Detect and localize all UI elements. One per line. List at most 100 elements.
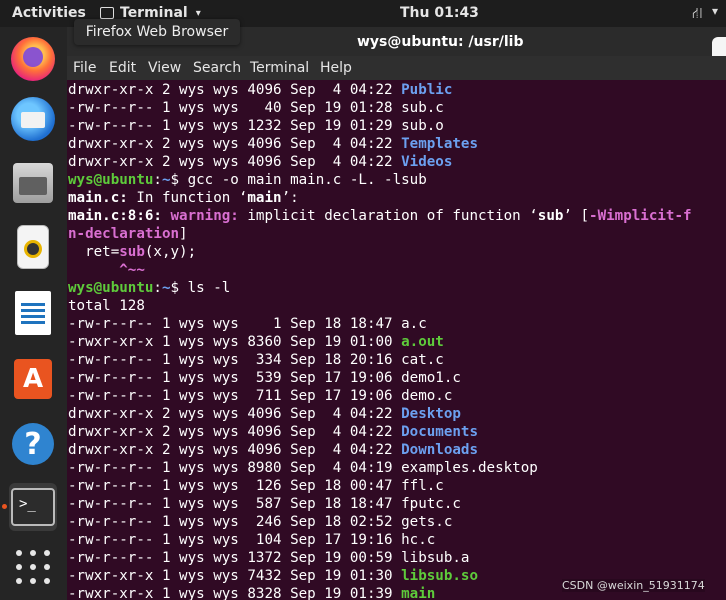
dock-item-rhythmbox[interactable] — [9, 223, 57, 271]
terminal-text: Downloads — [401, 442, 478, 458]
dock-item-software[interactable]: A — [9, 355, 57, 403]
terminal-text: -rw-r--r-- 1 wys wys 246 Sep 18 02:52 ge… — [68, 514, 453, 530]
terminal-line: -rw-r--r-- 1 wys wys 334 Sep 18 20:16 ca… — [68, 351, 692, 369]
terminal-line: main.c:8:6: warning: implicit declaratio… — [68, 207, 692, 225]
terminal-text: libsub.so — [401, 568, 478, 584]
thunderbird-icon — [11, 97, 55, 141]
terminal-line: -rw-r--r-- 1 wys wys 40 Sep 19 01:28 sub… — [68, 99, 692, 117]
dock-tooltip: Firefox Web Browser — [74, 19, 240, 45]
terminal-text: implicit declaration of function ‘ — [247, 208, 538, 224]
terminal-text: -rw-r--r-- 1 wys wys 711 Sep 17 19:06 de… — [68, 388, 453, 404]
terminal-line: -rw-r--r-- 1 wys wys 711 Sep 17 19:06 de… — [68, 387, 692, 405]
terminal-line: -rw-r--r-- 1 wys wys 104 Sep 17 19:16 hc… — [68, 531, 692, 549]
terminal-line: -rw-r--r-- 1 wys wys 126 Sep 18 00:47 ff… — [68, 477, 692, 495]
terminal-text: Documents — [401, 424, 478, 440]
terminal-icon — [100, 7, 114, 19]
terminal-text: -rw-r--r-- 1 wys wys 104 Sep 17 19:16 hc… — [68, 532, 436, 548]
terminal-text: -rw-r--r-- 1 wys wys 40 Sep 19 01:28 sub… — [68, 100, 444, 116]
terminal-text: -rwxr-xr-x 1 wys wys 8360 Sep 19 01:00 — [68, 334, 402, 350]
terminal-line: n-declaration] — [68, 225, 692, 243]
activities-button[interactable]: Activities — [12, 5, 86, 21]
menu-search[interactable]: Search — [193, 60, 241, 76]
terminal-line: drwxr-xr-x 2 wys wys 4096 Sep 4 04:22 Do… — [68, 441, 692, 459]
menu-help[interactable]: Help — [320, 60, 352, 76]
terminal-text: drwxr-xr-x 2 wys wys 4096 Sep 4 04:22 — [68, 424, 402, 440]
terminal-output[interactable]: drwxr-xr-x 2 wys wys 4096 Sep 4 04:22 Pu… — [67, 80, 726, 600]
terminal-text: : — [153, 172, 162, 188]
terminal-text: drwxr-xr-x 2 wys wys 4096 Sep 4 04:22 — [68, 406, 402, 422]
files-icon — [13, 163, 53, 203]
terminal-text: drwxr-xr-x 2 wys wys 4096 Sep 4 04:22 — [68, 442, 402, 458]
firefox-icon — [11, 37, 55, 81]
terminal-text: (x,y); — [144, 244, 197, 260]
help-icon: ? — [12, 423, 54, 465]
clock[interactable]: Thu 01:43 — [400, 5, 479, 21]
chevron-down-icon[interactable]: ▾ — [712, 4, 718, 18]
network-icon[interactable]: ⛙ — [692, 4, 703, 24]
dock-item-firefox[interactable] — [9, 35, 57, 83]
dock: A ? >_ — [0, 27, 67, 600]
terminal-text: ~ — [161, 172, 171, 188]
terminal-text: main.c:8:6: — [68, 208, 171, 224]
running-indicator — [2, 504, 7, 509]
terminal-text: Templates — [401, 136, 478, 152]
dock-item-help[interactable]: ? — [9, 420, 57, 468]
terminal-text: -rw-r--r-- 1 wys wys 587 Sep 18 18:47 fp… — [68, 496, 461, 512]
terminal-text: ~ — [161, 280, 171, 296]
terminal-text: ^~~ — [68, 262, 145, 278]
terminal-text: -rwxr-xr-x 1 wys wys 7432 Sep 19 01:30 — [68, 568, 402, 584]
terminal-text: ’: — [281, 190, 299, 206]
menu-bar: File Edit View Search Terminal Help — [67, 56, 726, 80]
terminal-line: -rw-r--r-- 1 wys wys 246 Sep 18 02:52 ge… — [68, 513, 692, 531]
terminal-line: -rw-r--r-- 1 wys wys 587 Sep 18 18:47 fp… — [68, 495, 692, 513]
terminal-text: drwxr-xr-x 2 wys wys 4096 Sep 4 04:22 — [68, 136, 402, 152]
terminal-text: -rw-r--r-- 1 wys wys 539 Sep 17 19:06 de… — [68, 370, 461, 386]
terminal-text: -Wimplicit-f — [589, 208, 692, 224]
menu-view[interactable]: View — [148, 60, 181, 76]
terminal-text: $ gcc -o main main.c -L. -lsub — [170, 172, 427, 188]
software-center-icon: A — [14, 359, 52, 399]
terminal-line: -rw-r--r-- 1 wys wys 1232 Sep 19 01:29 s… — [68, 117, 692, 135]
dock-item-files[interactable] — [9, 159, 57, 207]
terminal-text: ] — [179, 226, 188, 242]
terminal-lines: drwxr-xr-x 2 wys wys 4096 Sep 4 04:22 Pu… — [68, 81, 692, 600]
terminal-text: n-declaration — [68, 226, 180, 242]
menu-terminal[interactable]: Terminal — [250, 60, 309, 76]
show-applications-icon[interactable] — [16, 550, 50, 584]
window-title: wys@ubuntu: /usr/lib — [357, 34, 524, 50]
terminal-text: a.out — [401, 334, 444, 350]
terminal-text: ret= — [68, 244, 120, 260]
terminal-line: ret=sub(x,y); — [68, 243, 692, 261]
terminal-text: wys@ubuntu — [68, 280, 154, 296]
terminal-text: drwxr-xr-x 2 wys wys 4096 Sep 4 04:22 — [68, 154, 402, 170]
terminal-text: In function ‘ — [127, 190, 248, 206]
terminal-text: : — [153, 280, 162, 296]
terminal-line: wys@ubuntu:~$ ls -l — [68, 279, 692, 297]
terminal-text: wys@ubuntu — [68, 172, 154, 188]
terminal-text: main — [401, 586, 436, 600]
terminal-line: -rw-r--r-- 1 wys wys 539 Sep 17 19:06 de… — [68, 369, 692, 387]
terminal-text: Public — [401, 82, 453, 98]
terminal-line: ^~~ — [68, 261, 692, 279]
terminal-text: -rw-r--r-- 1 wys wys 1232 Sep 19 01:29 s… — [68, 118, 444, 134]
dock-item-writer[interactable] — [9, 289, 57, 337]
dock-item-thunderbird[interactable] — [9, 95, 57, 143]
terminal-text: ’ [ — [563, 208, 590, 224]
terminal-line: drwxr-xr-x 2 wys wys 4096 Sep 4 04:22 Pu… — [68, 81, 692, 99]
libreoffice-writer-icon — [15, 291, 51, 335]
rhythmbox-icon — [17, 225, 49, 269]
dock-item-terminal[interactable]: >_ — [9, 483, 57, 531]
terminal-line: drwxr-xr-x 2 wys wys 4096 Sep 4 04:22 Vi… — [68, 153, 692, 171]
terminal-line: drwxr-xr-x 2 wys wys 4096 Sep 4 04:22 Do… — [68, 423, 692, 441]
terminal-text: -rw-r--r-- 1 wys wys 334 Sep 18 20:16 ca… — [68, 352, 444, 368]
terminal-line: -rw-r--r-- 1 wys wys 1 Sep 18 18:47 a.c — [68, 315, 692, 333]
terminal-text: main — [247, 190, 282, 206]
terminal-text: Desktop — [401, 406, 461, 422]
terminal-line: drwxr-xr-x 2 wys wys 4096 Sep 4 04:22 Te… — [68, 135, 692, 153]
terminal-text: sub — [119, 244, 145, 260]
menu-file[interactable]: File — [73, 60, 96, 76]
terminal-text: -rw-r--r-- 1 wys wys 1372 Sep 19 00:59 l… — [68, 550, 470, 566]
terminal-text: -rwxr-xr-x 1 wys wys 8328 Sep 19 01:39 — [68, 586, 402, 600]
terminal-line: -rw-r--r-- 1 wys wys 1372 Sep 19 00:59 l… — [68, 549, 692, 567]
menu-edit[interactable]: Edit — [109, 60, 136, 76]
